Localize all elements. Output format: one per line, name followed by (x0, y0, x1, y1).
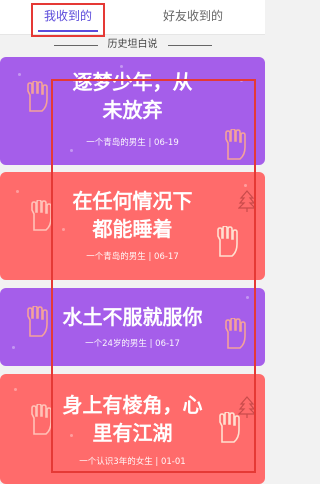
active-tab-indicator (38, 30, 98, 32)
confession-card-3[interactable]: 水土不服就服你 一个24岁的男生 | 06-17 (0, 288, 265, 366)
tab-bar: 我收到的 好友收到的 (0, 0, 265, 35)
card-title-line-1: 身上有棱角，心 (62, 393, 203, 417)
card-title-line-1: 在任何情况下 (72, 189, 193, 213)
confession-card-1[interactable]: 逐梦少年，从 未放弃 一个青岛的男生 | 06-19 (0, 57, 265, 165)
tab-friends-received[interactable]: 好友收到的 (150, 0, 236, 32)
section-title: 历史坦白说 (107, 39, 158, 50)
card-meta: 一个青岛的男生 | 06-19 (86, 138, 179, 148)
card-title-line-2: 都能睡着 (92, 217, 173, 241)
card-title-line-2: 里有江湖 (92, 421, 173, 445)
card-title-line-2: 未放弃 (102, 98, 163, 122)
tab-received[interactable]: 我收到的 (34, 0, 102, 32)
card-title-line-1: 逐梦少年，从 (72, 70, 193, 94)
confession-card-2[interactable]: 在任何情况下 都能睡着 一个青岛的男生 | 06-17 (0, 172, 265, 280)
card-meta: 一个认识3年的女生 | 01-01 (79, 457, 186, 467)
card-meta: 一个青岛的男生 | 06-17 (86, 252, 179, 262)
section-divider-right (168, 45, 212, 46)
card-meta: 一个24岁的男生 | 06-17 (85, 339, 180, 349)
confession-card-4[interactable]: 身上有棱角，心 里有江湖 一个认识3年的女生 | 01-01 (0, 374, 265, 484)
card-title-line-1: 水土不服就服你 (62, 305, 203, 329)
